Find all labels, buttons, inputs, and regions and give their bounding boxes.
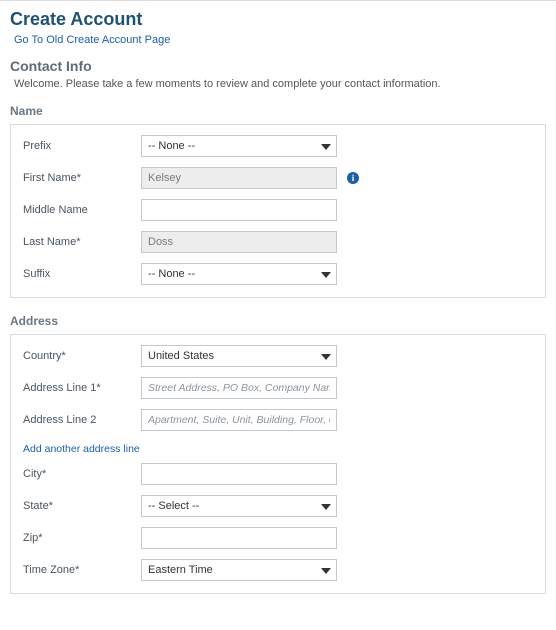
contact-info-heading: Contact Info bbox=[10, 58, 546, 74]
label-address-line-1: Address Line 1* bbox=[23, 382, 141, 394]
state-select[interactable]: -- Select -- bbox=[141, 495, 337, 517]
label-first-name: First Name* bbox=[23, 172, 141, 184]
add-address-line-link[interactable]: Add another address line bbox=[23, 443, 140, 455]
row-last-name: Last Name* bbox=[23, 231, 533, 253]
label-middle-name: Middle Name bbox=[23, 204, 141, 216]
row-state: State* -- Select -- bbox=[23, 495, 533, 517]
label-address-line-2: Address Line 2 bbox=[23, 414, 141, 426]
zip-input[interactable] bbox=[141, 527, 337, 549]
label-last-name: Last Name* bbox=[23, 236, 141, 248]
old-create-account-link[interactable]: Go To Old Create Account Page bbox=[14, 34, 170, 46]
state-select-wrap: -- Select -- bbox=[141, 495, 337, 517]
suffix-select-wrap: -- None -- bbox=[141, 263, 337, 285]
row-first-name: First Name* i bbox=[23, 167, 533, 189]
row-address-line-1: Address Line 1* bbox=[23, 377, 533, 399]
address-line-1-input[interactable] bbox=[141, 377, 337, 399]
city-input[interactable] bbox=[141, 463, 337, 485]
last-name-input[interactable] bbox=[141, 231, 337, 253]
address-group-box: Country* United States Address Line 1* A… bbox=[10, 334, 546, 594]
row-middle-name: Middle Name bbox=[23, 199, 533, 221]
label-prefix: Prefix bbox=[23, 140, 141, 152]
info-icon[interactable]: i bbox=[347, 172, 359, 184]
middle-name-input[interactable] bbox=[141, 199, 337, 221]
prefix-select[interactable]: -- None -- bbox=[141, 135, 337, 157]
label-state: State* bbox=[23, 500, 141, 512]
address-group-heading: Address bbox=[10, 314, 546, 328]
label-suffix: Suffix bbox=[23, 268, 141, 280]
row-country: Country* United States bbox=[23, 345, 533, 367]
name-group-heading: Name bbox=[10, 104, 546, 118]
row-prefix: Prefix -- None -- bbox=[23, 135, 533, 157]
country-select-wrap: United States bbox=[141, 345, 337, 367]
country-select[interactable]: United States bbox=[141, 345, 337, 367]
row-zip: Zip* bbox=[23, 527, 533, 549]
time-zone-select-wrap: Eastern Time bbox=[141, 559, 337, 581]
label-time-zone: Time Zone* bbox=[23, 564, 141, 576]
time-zone-select[interactable]: Eastern Time bbox=[141, 559, 337, 581]
row-city: City* bbox=[23, 463, 533, 485]
row-suffix: Suffix -- None -- bbox=[23, 263, 533, 285]
page-title: Create Account bbox=[10, 9, 546, 30]
suffix-select[interactable]: -- None -- bbox=[141, 263, 337, 285]
name-group-box: Prefix -- None -- First Name* i Middle N… bbox=[10, 124, 546, 298]
label-city: City* bbox=[23, 468, 141, 480]
create-account-page: Create Account Go To Old Create Account … bbox=[0, 1, 556, 630]
prefix-select-wrap: -- None -- bbox=[141, 135, 337, 157]
row-time-zone: Time Zone* Eastern Time bbox=[23, 559, 533, 581]
first-name-input[interactable] bbox=[141, 167, 337, 189]
address-line-2-input[interactable] bbox=[141, 409, 337, 431]
label-country: Country* bbox=[23, 350, 141, 362]
label-zip: Zip* bbox=[23, 532, 141, 544]
row-address-line-2: Address Line 2 bbox=[23, 409, 533, 431]
welcome-text: Welcome. Please take a few moments to re… bbox=[14, 78, 546, 90]
